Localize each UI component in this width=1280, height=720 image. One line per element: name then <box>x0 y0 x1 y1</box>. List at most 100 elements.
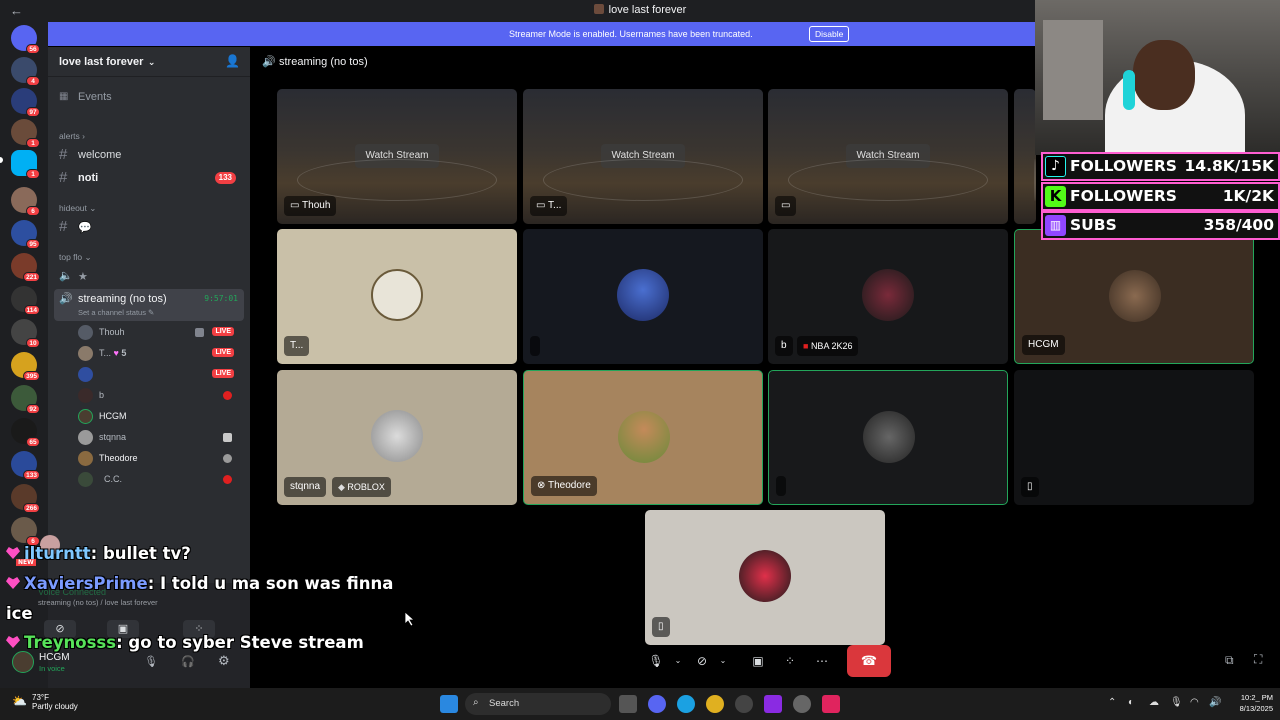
server-icon[interactable]: 395 <box>11 352 40 381</box>
server-icon[interactable]: 114 <box>11 286 40 315</box>
windows-start-icon[interactable] <box>440 695 458 713</box>
voice-user[interactable]: C.C. <box>78 469 244 489</box>
channel-noti[interactable]: # noti 133 <box>54 168 244 188</box>
server-icon[interactable]: 95 <box>11 220 40 249</box>
activities-icon[interactable]: ⁘ <box>777 648 803 674</box>
streamer-mode-banner: Streamer Mode is enabled. Usernames have… <box>48 22 1036 46</box>
participant-tile[interactable] <box>768 370 1008 505</box>
voice-channel-streaming[interactable]: 🔊 streaming (no tos) 9:57:01 Set a chann… <box>54 289 244 321</box>
voice-user[interactable]: LIVE <box>78 364 244 384</box>
participant-tile[interactable]: ▯ <box>645 510 885 645</box>
microphone-icon[interactable]: 🎙 <box>1170 697 1183 708</box>
tiktok-live-studio-icon[interactable] <box>822 695 840 713</box>
category-top-flo[interactable]: top flo ⌄ <box>59 252 92 263</box>
participant-tile[interactable] <box>523 229 763 364</box>
category-alerts[interactable]: alerts › <box>59 131 85 141</box>
hash-icon: # <box>59 169 68 186</box>
participant-nametag: ▭ Thouh <box>284 196 337 216</box>
obs-icon[interactable] <box>793 695 811 713</box>
twitch-studio-icon[interactable] <box>764 695 782 713</box>
chevron-down-icon[interactable]: ⌄ <box>710 648 736 674</box>
voice-user[interactable]: HCGM <box>78 406 244 426</box>
server-name: love last forever ⌄ <box>59 56 155 68</box>
server-icon[interactable]: 133 <box>11 451 40 480</box>
events-label: Events <box>78 91 112 103</box>
gear-icon[interactable]: ⚙ <box>218 653 230 669</box>
avatar <box>78 346 93 361</box>
category-hideout[interactable]: hideout ⌄ <box>59 203 96 214</box>
kick-icon: K <box>1045 186 1066 207</box>
voice-user[interactable]: b <box>78 385 244 405</box>
weather-widget[interactable]: ⛅ 73°F Partly cloudy <box>12 693 78 711</box>
stat-value: 1K/2K <box>1222 187 1274 205</box>
invite-people-icon[interactable]: 👤 <box>225 54 240 68</box>
stream-tile[interactable]: Watch Stream ▭ Thouh <box>277 89 517 224</box>
task-view-icon[interactable] <box>619 695 637 713</box>
taskbar-search[interactable]: ⌕ Search <box>465 693 611 715</box>
voice-user[interactable]: Theodore <box>78 448 244 468</box>
pop-out-icon[interactable]: ⧉ <box>1225 653 1234 668</box>
server-icon[interactable]: 1 <box>11 150 40 179</box>
stream-tile[interactable]: Watch Stream ▭ <box>768 89 1008 224</box>
channel-chat[interactable]: # 💬 <box>54 217 244 237</box>
participant-tile[interactable]: T... <box>277 229 517 364</box>
edge-icon[interactable] <box>677 695 695 713</box>
channel-status-button[interactable]: Set a channel status ✎ <box>78 308 154 317</box>
server-icon[interactable]: 266 <box>11 484 40 513</box>
participant-tile[interactable]: ⊗ Theodore <box>523 370 763 505</box>
voice-connection-path[interactable]: streaming (no tos) / love last forever <box>38 598 158 607</box>
temperature: 73°F <box>32 693 49 702</box>
discord-icon[interactable] <box>648 695 666 713</box>
tray-app-icon[interactable]: ☁ <box>1149 697 1159 708</box>
participant-tile[interactable]: b ■ NBA 2K26 <box>768 229 1008 364</box>
channel-welcome[interactable]: # welcome <box>54 145 244 165</box>
avatar <box>862 269 914 321</box>
volume-icon[interactable]: 🔊 <box>1209 697 1221 708</box>
participant-nametag: T... <box>284 336 310 356</box>
server-icon[interactable]: 6 <box>11 517 40 546</box>
watch-stream-button[interactable]: Watch Stream <box>355 144 439 168</box>
stream-tile[interactable] <box>1014 89 1036 224</box>
participant-nametag: b <box>775 336 793 356</box>
unread-badge: 56 <box>26 44 40 54</box>
wifi-icon[interactable]: ◠ <box>1190 697 1199 708</box>
disable-streamer-mode-button[interactable]: Disable <box>809 26 850 42</box>
media-player-icon[interactable] <box>735 695 753 713</box>
screen-share-icon[interactable]: ▣ <box>745 648 771 674</box>
voice-user[interactable]: Thouh LIVE <box>78 322 244 342</box>
hang-up-button[interactable]: ☎ <box>847 645 891 677</box>
taskbar-clock[interactable]: 10:2_ PM 8/13/2025 <box>1233 692 1273 714</box>
watch-stream-button[interactable]: Watch Stream <box>601 144 685 168</box>
chevron-up-icon[interactable]: ⌃ <box>1108 697 1116 708</box>
server-icon[interactable]: 4 <box>11 57 40 86</box>
participant-tile[interactable]: stqnna ◆ ROBLOX <box>277 370 517 505</box>
server-icon[interactable]: 6 <box>11 187 40 216</box>
avatar <box>78 451 93 466</box>
discord-home-icon[interactable]: 56 <box>11 25 40 54</box>
server-icon[interactable]: 221 <box>11 253 40 282</box>
chrome-icon[interactable] <box>706 695 724 713</box>
avatar <box>863 411 915 463</box>
participant-tile[interactable]: ▯ <box>1014 370 1254 505</box>
fullscreen-icon[interactable]: ⛶ <box>1254 652 1262 667</box>
watch-stream-button[interactable]: Watch Stream <box>846 144 930 168</box>
server-header[interactable]: love last forever ⌄ 👤 <box>48 47 250 77</box>
voice-user[interactable]: stqnna <box>78 427 244 447</box>
events-item[interactable]: ▦ Events <box>54 87 244 107</box>
stream-tile[interactable]: Watch Stream ▭ T... <box>523 89 763 224</box>
headphones-icon[interactable]: 🎧 <box>181 655 195 668</box>
chevron-down-icon[interactable]: ⌄ <box>665 648 691 674</box>
participant-tile[interactable]: HCGM <box>1014 229 1254 364</box>
tray-app-icon[interactable]: ◐ <box>1128 697 1134 708</box>
channel-star[interactable]: 🔈 ★ <box>54 266 244 286</box>
server-icon[interactable]: 10 <box>11 319 40 348</box>
server-icon[interactable]: 92 <box>11 385 40 414</box>
server-icon[interactable]: 97 <box>11 88 40 117</box>
microphone-icon[interactable]: 🎙 <box>144 655 158 668</box>
more-options-icon[interactable]: ⋯ <box>809 648 835 674</box>
server-icon[interactable]: 1 <box>11 119 40 148</box>
server-icon[interactable]: 65 <box>11 418 40 447</box>
voice-user[interactable]: T... ♥ 5 LIVE <box>78 343 244 363</box>
user-avatar[interactable] <box>12 651 34 673</box>
voice-user-name-text: T... <box>99 348 112 358</box>
